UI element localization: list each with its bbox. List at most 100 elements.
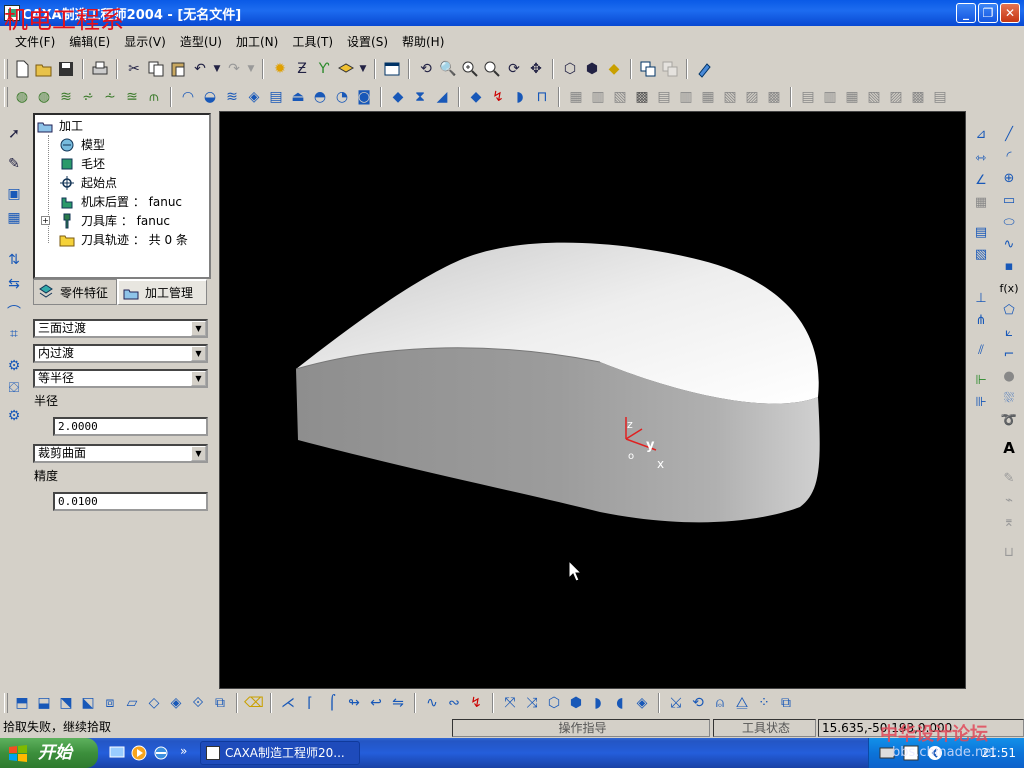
point-icon[interactable]: ▪ <box>999 256 1019 276</box>
chevron-down-icon[interactable]: ▼ <box>191 321 206 336</box>
disabled-tool-icon[interactable]: ▧ <box>864 87 884 107</box>
machining-icon[interactable]: ◒ <box>200 87 220 107</box>
tab-machining-manager[interactable]: 加工管理 <box>117 279 207 305</box>
tree-item-tool-library[interactable]: 刀具库 ： fanuc <box>59 211 170 230</box>
toolbar-grip[interactable] <box>4 59 8 79</box>
surface-tool-icon[interactable]: ⟐ <box>188 693 208 713</box>
polygon-icon[interactable]: ⬠ <box>999 300 1019 320</box>
disabled-tool-icon[interactable]: ⌁ <box>999 490 1019 510</box>
fillet-icon[interactable]: ⌒ <box>4 302 24 322</box>
surface-tool-icon[interactable]: ⧈ <box>100 693 120 713</box>
zoom-window-icon[interactable]: 🔍 <box>438 59 458 79</box>
shell-icon[interactable]: ⛋ <box>4 378 24 398</box>
disabled-layer-icon[interactable] <box>660 59 680 79</box>
curve-edit-icon[interactable]: ∿ <box>422 693 442 713</box>
edit-curve-icon[interactable]: ⋌ <box>278 693 298 713</box>
new-file-icon[interactable] <box>12 59 32 79</box>
surface-tool-icon[interactable]: ◇ <box>144 693 164 713</box>
arc-icon[interactable]: ◜ <box>999 146 1019 166</box>
menu-edit[interactable]: 编辑(E) <box>62 30 117 53</box>
ellipse-icon[interactable]: ⬭ <box>999 212 1019 232</box>
chevron-down-icon[interactable]: ▼ <box>191 446 206 461</box>
line-icon[interactable]: ╱ <box>999 124 1019 144</box>
curve-edit-icon[interactable]: ↯ <box>466 693 486 713</box>
array-icon[interactable]: ⊪ <box>971 392 991 412</box>
spline-icon[interactable]: ∿ <box>999 234 1019 254</box>
edit-curve-icon[interactable]: ⌈ <box>300 693 320 713</box>
toolbar-grip[interactable] <box>4 693 8 713</box>
edit-curve-icon[interactable]: ⇋ <box>388 693 408 713</box>
precision-input[interactable]: 0.0100 <box>53 492 208 511</box>
angle-icon[interactable]: ∠ <box>971 170 991 190</box>
zoom-dynamic-icon[interactable] <box>482 59 502 79</box>
paste-icon[interactable] <box>168 59 188 79</box>
expand-toggle-icon[interactable]: + <box>41 216 50 225</box>
conic-icon[interactable]: ⟀ <box>999 322 1019 342</box>
surface-tool-icon[interactable]: ⧉ <box>210 693 230 713</box>
geometry-transform-icon[interactable]: ⧉ <box>776 693 796 713</box>
radius-input[interactable]: 2.0000 <box>53 417 208 436</box>
disabled-tool-icon[interactable]: ▦ <box>698 87 718 107</box>
radius-mode-select[interactable]: 等半径 ▼ <box>33 369 208 388</box>
show-desktop-icon[interactable] <box>108 744 126 762</box>
taskbar-item-caxa[interactable]: CAXA制造工程师20... <box>200 741 360 765</box>
polyline-icon[interactable]: ⌐ <box>999 344 1019 364</box>
surface-icon[interactable]: ≋ <box>56 87 76 107</box>
menu-settings[interactable]: 设置(S) <box>340 30 395 53</box>
machining-icon[interactable]: ◓ <box>310 87 330 107</box>
window-icon[interactable] <box>382 59 402 79</box>
light-icon[interactable]: ✹ <box>270 59 290 79</box>
query-icon[interactable] <box>694 59 714 79</box>
edit-curve-icon[interactable]: ↬ <box>344 693 364 713</box>
copy-layer-icon[interactable] <box>638 59 658 79</box>
offset-icon[interactable]: ⫽ <box>971 340 991 360</box>
finish-icon[interactable]: ◢ <box>432 87 452 107</box>
feature-icon[interactable]: ▦ <box>4 208 24 228</box>
formula-curve-button[interactable]: f(x) <box>999 278 1019 298</box>
disabled-tool-icon[interactable]: ▩ <box>764 87 784 107</box>
circle-icon[interactable]: ⊕ <box>999 168 1019 188</box>
dimension-icon[interactable]: ⇿ <box>971 148 991 168</box>
redo-icon[interactable]: ↷ <box>224 59 244 79</box>
surface-icon[interactable]: ≊ <box>122 87 142 107</box>
trim-surface-select[interactable]: 裁剪曲面 ▼ <box>33 444 208 463</box>
pan-icon[interactable]: ✥ <box>526 59 546 79</box>
undo-dropdown-icon[interactable]: ▼ <box>212 59 222 79</box>
geometry-transform-icon[interactable]: ⧋ <box>732 693 752 713</box>
tree-item-blank[interactable]: 毛坯 <box>59 154 105 173</box>
edit-curve-icon[interactable]: ⌠ <box>322 693 342 713</box>
surface-tool-icon[interactable]: ⬕ <box>78 693 98 713</box>
surface-icon[interactable]: ⫙ <box>144 87 164 107</box>
hidden-line-icon[interactable]: ⬢ <box>582 59 602 79</box>
surface-icon[interactable]: ⩪ <box>100 87 120 107</box>
eraser-icon[interactable]: ⌫ <box>244 693 264 713</box>
disabled-tool-icon[interactable]: ▧ <box>720 87 740 107</box>
document-icon[interactable]: ▤ <box>971 222 991 242</box>
finish-icon[interactable]: ◆ <box>388 87 408 107</box>
mirror-icon[interactable]: ⊩ <box>971 370 991 390</box>
machining-icon[interactable]: ≋ <box>222 87 242 107</box>
geometry-transform-icon[interactable]: ⟲ <box>688 693 708 713</box>
media-player-icon[interactable] <box>130 744 148 762</box>
menu-help[interactable]: 帮助(H) <box>395 30 451 53</box>
surface-tool-icon[interactable]: ⬔ <box>56 693 76 713</box>
post-icon[interactable]: ▩ <box>632 87 652 107</box>
tree-item-toolpath[interactable]: 刀具轨迹 ： 共 0 条 <box>59 230 188 249</box>
transform-icon[interactable]: ◈ <box>632 693 652 713</box>
tree-item-post[interactable]: 机床后置 ： fanuc <box>59 192 182 211</box>
text-tool-button[interactable]: A <box>999 438 1019 458</box>
geometry-transform-icon[interactable]: ⤩ <box>666 693 686 713</box>
projection-icon[interactable]: ⛆ <box>999 388 1019 408</box>
surface-icon[interactable]: ◍ <box>12 87 32 107</box>
disabled-tool-icon[interactable]: ▥ <box>676 87 696 107</box>
curve-tool-icon[interactable]: ⊿ <box>971 124 991 144</box>
surface-icon[interactable]: ◍ <box>34 87 54 107</box>
disabled-tool-icon[interactable]: ▦ <box>566 87 586 107</box>
menu-file[interactable]: 文件(F) <box>8 30 62 53</box>
disabled-tool-icon[interactable]: ✎ <box>999 468 1019 488</box>
toolpath-icon[interactable]: ⊓ <box>532 87 552 107</box>
chevron-down-icon[interactable]: ▼ <box>191 371 206 386</box>
sphere-icon[interactable]: ● <box>999 366 1019 386</box>
sketch-icon[interactable]: ✎ <box>4 154 24 174</box>
transform-icon[interactable]: ⤨ <box>522 693 542 713</box>
